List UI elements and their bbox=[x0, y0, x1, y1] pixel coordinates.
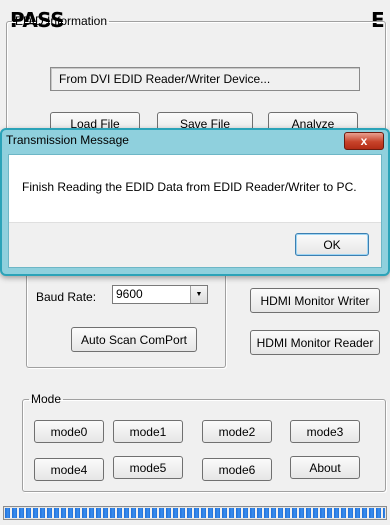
close-icon[interactable]: x bbox=[344, 132, 384, 150]
mode0-button[interactable]: mode0 bbox=[34, 420, 104, 443]
baud-rate-label: Baud Rate: bbox=[36, 290, 97, 304]
baud-rate-value: 9600 bbox=[116, 287, 143, 301]
transmission-message-dialog: Transmission Message x Finish Reading th… bbox=[0, 128, 390, 276]
device-status-field: From DVI EDID Reader/Writer Device... bbox=[50, 67, 360, 91]
transfer-progress-fill bbox=[5, 508, 385, 518]
mode5-button[interactable]: mode5 bbox=[113, 456, 183, 479]
mode4-button[interactable]: mode4 bbox=[34, 458, 104, 481]
dialog-body: Finish Reading the EDID Data from EDID R… bbox=[8, 154, 382, 268]
about-button[interactable]: About bbox=[290, 456, 360, 479]
edid-information-legend: EDID Information bbox=[15, 14, 108, 28]
mode3-button[interactable]: mode3 bbox=[290, 420, 360, 443]
chevron-down-icon: ▼ bbox=[190, 286, 207, 303]
auto-scan-comport-button[interactable]: Auto Scan ComPort bbox=[71, 327, 197, 352]
comport-group bbox=[26, 262, 226, 368]
dialog-message: Finish Reading the EDID Data from EDID R… bbox=[22, 180, 357, 194]
dialog-footer: OK bbox=[9, 222, 381, 267]
mode-legend: Mode bbox=[31, 392, 62, 406]
hdmi-monitor-writer-button[interactable]: HDMI Monitor Writer bbox=[250, 288, 380, 313]
baud-rate-select[interactable]: 9600 ▼ bbox=[112, 285, 208, 304]
mode6-button[interactable]: mode6 bbox=[202, 458, 272, 481]
hdmi-monitor-reader-button[interactable]: HDMI Monitor Reader bbox=[250, 330, 380, 355]
dialog-title: Transmission Message bbox=[6, 133, 129, 147]
mode2-button[interactable]: mode2 bbox=[202, 420, 272, 443]
ok-button[interactable]: OK bbox=[295, 233, 369, 256]
transfer-progress-bar bbox=[3, 506, 387, 520]
mode1-button[interactable]: mode1 bbox=[113, 420, 183, 443]
